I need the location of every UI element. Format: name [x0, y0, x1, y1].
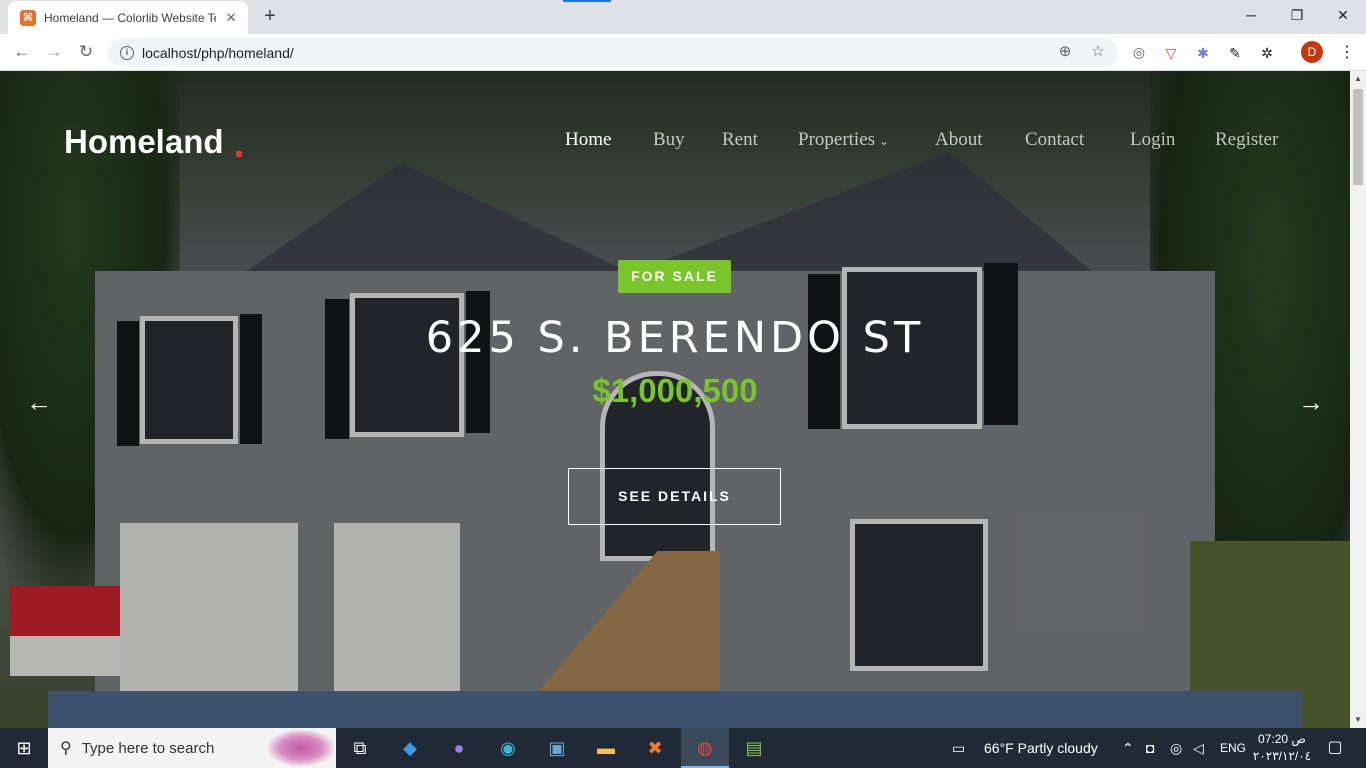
tray-chevron-up-icon[interactable]: ⌃	[1122, 728, 1134, 768]
slider-prev-arrow-icon[interactable]: ←	[24, 387, 54, 417]
tab-title: Homeland — Colorlib Website Te	[44, 10, 217, 25]
nav-link-properties-label: Properties	[798, 129, 876, 150]
extension-gear-icon[interactable]: ✱	[1192, 42, 1214, 64]
logo-dot	[236, 151, 242, 157]
extension-eyedropper-icon[interactable]: ✎	[1224, 42, 1246, 64]
edge-icon[interactable]: ◉	[484, 728, 532, 768]
vscode-icon[interactable]: ◆	[386, 728, 434, 768]
app-circle-icon[interactable]: ●	[435, 728, 483, 768]
taskbar-search-placeholder: Type here to search	[81, 739, 215, 757]
property-search-panel	[48, 691, 1302, 728]
bookmark-star-icon[interactable]: ☆	[1087, 41, 1109, 63]
chevron-down-icon: ⌄	[879, 134, 890, 148]
for-sale-badge: FOR SALE	[618, 260, 731, 293]
tab-close-icon[interactable]: ✕	[222, 10, 240, 26]
xampp-icon[interactable]: ✖	[631, 728, 679, 768]
nav-link-login[interactable]: Login	[1130, 129, 1175, 151]
nav-link-home[interactable]: Home	[565, 129, 611, 151]
windows-start-icon[interactable]: ⊞	[0, 728, 48, 768]
site-logo[interactable]: Homeland	[64, 123, 224, 161]
weather-text[interactable]: 66°F Partly cloudy	[984, 728, 1098, 768]
back-button[interactable]: ←	[8, 38, 36, 66]
scroll-up-arrow-icon[interactable]: ▲	[1350, 71, 1366, 87]
task-view-icon[interactable]: ⧉	[336, 728, 384, 768]
zoom-icon[interactable]: ⊕	[1054, 41, 1076, 63]
nav-link-properties[interactable]: Properties ⌄	[798, 129, 889, 151]
file-explorer-icon[interactable]: ▬	[582, 728, 630, 768]
browser-tab-active[interactable]: ⌘ Homeland — Colorlib Website Te ✕	[8, 1, 248, 34]
nav-link-rent[interactable]: Rent	[722, 129, 758, 151]
page-scrollbar[interactable]: ▲ ▼	[1350, 71, 1366, 728]
volume-icon[interactable]: ◁	[1193, 728, 1204, 768]
mysql-workbench-icon[interactable]: ▣	[533, 728, 581, 768]
reload-button[interactable]: ↻	[72, 38, 100, 66]
clock-date: ٢٠٢٣/١٢/٠٤	[1252, 749, 1312, 763]
network-icon[interactable]: ◎	[1170, 728, 1182, 768]
extension-shield-icon[interactable]: ▽	[1160, 42, 1182, 64]
xampp-favicon-icon: ⌘	[20, 9, 36, 26]
notification-center-icon[interactable]: ▢	[1320, 728, 1350, 768]
scroll-down-arrow-icon[interactable]: ▼	[1350, 712, 1366, 728]
profile-avatar[interactable]: D	[1301, 41, 1323, 63]
url-text[interactable]: localhost/php/homeland/	[142, 45, 294, 61]
extension-circle-icon[interactable]: ◎	[1128, 41, 1150, 63]
chrome-icon[interactable]: ◍	[681, 728, 729, 768]
property-price: $1,000,500	[592, 372, 758, 409]
property-address: 625 S. BERENDO ST	[425, 313, 925, 363]
address-bar[interactable]: i localhost/php/homeland/ ⊕ ☆	[108, 38, 1118, 67]
menu-kebab-icon[interactable]: ⋮	[1336, 42, 1358, 64]
search-highlight-flower-icon	[268, 730, 334, 766]
language-indicator[interactable]: ENG	[1220, 728, 1246, 768]
site-info-icon[interactable]: i	[120, 45, 134, 60]
restore-button[interactable]: ❐	[1274, 0, 1320, 30]
see-details-button[interactable]: SEE DETAILS	[568, 468, 781, 525]
tab-loading-indicator	[563, 0, 611, 2]
scroll-thumb[interactable]	[1353, 89, 1363, 185]
new-tab-button[interactable]: +	[258, 5, 282, 29]
slider-next-arrow-icon[interactable]: →	[1296, 387, 1326, 417]
tray-meet-icon[interactable]: ◘	[1146, 728, 1154, 768]
browser-toolbar: ← → ↻ i localhost/php/homeland/ ⊕ ☆ ◎ ▽ …	[0, 34, 1366, 71]
forward-button[interactable]: →	[40, 38, 68, 66]
window-close-button[interactable]: ✕	[1320, 0, 1366, 30]
nav-link-buy[interactable]: Buy	[653, 129, 685, 151]
weather-icon[interactable]: ▭	[952, 728, 965, 768]
search-icon: ⚲	[60, 740, 72, 757]
page-viewport: Homeland Home Buy Rent Properties ⌄ About…	[0, 71, 1350, 728]
taskbar-clock[interactable]: 07:20 ص ٢٠٢٣/١٢/٠٤	[1252, 731, 1312, 765]
clock-time: 07:20 ص	[1258, 732, 1306, 746]
browser-tab-strip: ⌘ Homeland — Colorlib Website Te ✕ + ─ ❐…	[0, 0, 1366, 34]
extension-bug-icon[interactable]: ✲	[1256, 42, 1278, 64]
minimize-button[interactable]: ─	[1228, 0, 1274, 30]
nav-link-about[interactable]: About	[935, 129, 983, 151]
nav-link-register[interactable]: Register	[1215, 129, 1278, 151]
nav-link-contact[interactable]: Contact	[1025, 129, 1084, 151]
notepad-icon[interactable]: ▤	[730, 728, 778, 768]
windows-taskbar: ⊞ ⚲ Type here to search ⧉ ◆ ● ◉ ▣ ▬ ✖ ◍ …	[0, 728, 1366, 768]
